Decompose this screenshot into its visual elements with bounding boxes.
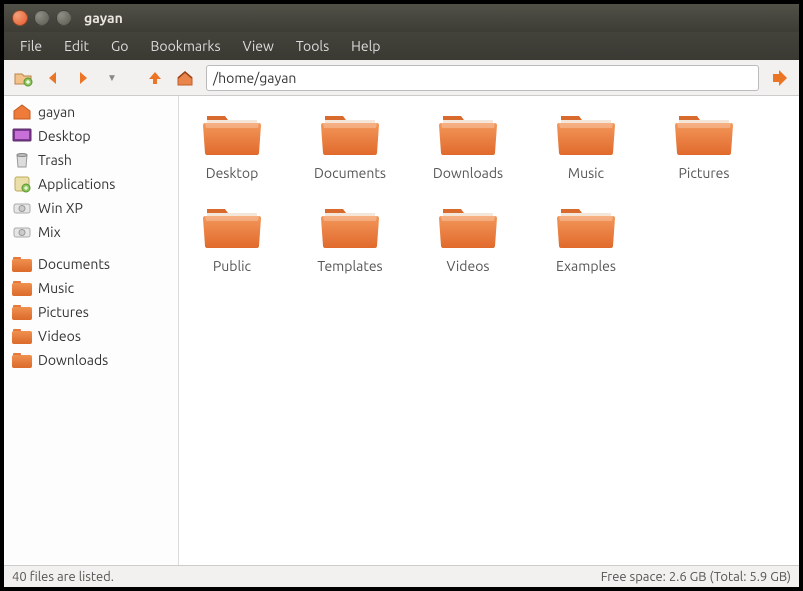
sidebar-item-label: Videos [38,328,81,344]
folder-icon [439,110,497,161]
sidebar-item-downloads[interactable]: Downloads [4,348,178,372]
folder-label: Desktop [206,165,259,181]
sidebar: gayan Desktop Trash Applications Win XP Mix Do… [4,96,179,565]
folder-desktop[interactable]: Desktop [187,110,277,181]
folder-icon [203,203,261,254]
menu-tools[interactable]: Tools [286,34,339,58]
sidebar-item-desktop[interactable]: Desktop [4,124,178,148]
sidebar-item-label: gayan [38,104,75,120]
new-tab-button[interactable] [10,65,36,91]
history-dropdown-button[interactable]: ▼ [100,65,126,91]
sidebar-item-label: Mix [38,224,61,240]
sidebar-item-label: Pictures [38,304,89,320]
folder-public[interactable]: Public [187,203,277,274]
back-button[interactable] [40,65,66,91]
statusbar: 40 files are listed. Free space: 2.6 GB … [4,565,799,587]
drive-icon [12,199,32,217]
folder-label: Documents [314,165,386,181]
menu-edit[interactable]: Edit [54,34,99,58]
folder-label: Public [213,258,251,274]
folder-icon [321,203,379,254]
trash-icon [12,151,32,169]
sidebar-item-pictures[interactable]: Pictures [4,300,178,324]
menubar: FileEditGoBookmarksViewToolsHelp [4,32,799,60]
sidebar-item-music[interactable]: Music [4,276,178,300]
sidebar-item-label: Documents [38,256,110,272]
folder-icon [12,255,32,273]
sidebar-item-mix[interactable]: Mix [4,220,178,244]
folder-templates[interactable]: Templates [305,203,395,274]
menu-file[interactable]: File [10,34,52,58]
sidebar-item-label: Music [38,280,74,296]
sidebar-item-label: Downloads [38,352,108,368]
go-button[interactable] [767,65,793,91]
sidebar-item-videos[interactable]: Videos [4,324,178,348]
folder-label: Templates [317,258,382,274]
path-text: /home/gayan [213,70,296,86]
drive-icon [12,223,32,241]
folder-label: Pictures [679,165,730,181]
maximize-icon[interactable] [56,10,72,26]
sidebar-item-label: Trash [38,152,72,168]
folder-documents[interactable]: Documents [305,110,395,181]
body: gayan Desktop Trash Applications Win XP Mix Do… [4,96,799,565]
file-manager-window: gayan FileEditGoBookmarksViewToolsHelp ▼… [0,0,803,591]
path-input[interactable]: /home/gayan [206,65,759,91]
sidebar-item-trash[interactable]: Trash [4,148,178,172]
folder-icon [12,327,32,345]
folder-label: Videos [447,258,490,274]
sidebar-item-label: Win XP [38,200,83,216]
folder-pictures[interactable]: Pictures [659,110,749,181]
minimize-icon[interactable] [34,10,50,26]
folder-label: Downloads [433,165,503,181]
status-right: Free space: 2.6 GB (Total: 5.9 GB) [601,570,791,584]
folder-grid: Desktop Documents Downloads Music Pictures Pu… [187,110,791,274]
sidebar-item-documents[interactable]: Documents [4,252,178,276]
sidebar-item-label: Applications [38,176,115,192]
folder-music[interactable]: Music [541,110,631,181]
forward-button[interactable] [70,65,96,91]
folder-label: Music [568,165,604,181]
window-title: gayan [84,10,123,26]
folder-videos[interactable]: Videos [423,203,513,274]
folder-icon [557,110,615,161]
folder-icon [12,279,32,297]
titlebar: gayan [4,4,799,32]
sidebar-item-applications[interactable]: Applications [4,172,178,196]
home-icon [12,103,32,121]
folder-downloads[interactable]: Downloads [423,110,513,181]
folder-icon [557,203,615,254]
sidebar-item-gayan[interactable]: gayan [4,100,178,124]
folder-icon [12,351,32,369]
up-button[interactable] [142,65,168,91]
folder-label: Examples [556,258,616,274]
menu-view[interactable]: View [233,34,284,58]
folder-icon [321,110,379,161]
menu-go[interactable]: Go [101,34,138,58]
sidebar-item-label: Desktop [38,128,91,144]
menu-bookmarks[interactable]: Bookmarks [140,34,230,58]
menu-help[interactable]: Help [341,34,390,58]
folder-icon [675,110,733,161]
apps-icon [12,175,32,193]
folder-icon [439,203,497,254]
home-button[interactable] [172,65,198,91]
close-icon[interactable] [12,10,28,26]
folder-examples[interactable]: Examples [541,203,631,274]
main-view[interactable]: Desktop Documents Downloads Music Pictures Pu… [179,96,799,565]
folder-icon [203,110,261,161]
toolbar: ▼ /home/gayan [4,60,799,96]
folder-icon [12,303,32,321]
sidebar-item-win-xp[interactable]: Win XP [4,196,178,220]
status-left: 40 files are listed. [12,570,114,584]
desktop-icon [12,127,32,145]
